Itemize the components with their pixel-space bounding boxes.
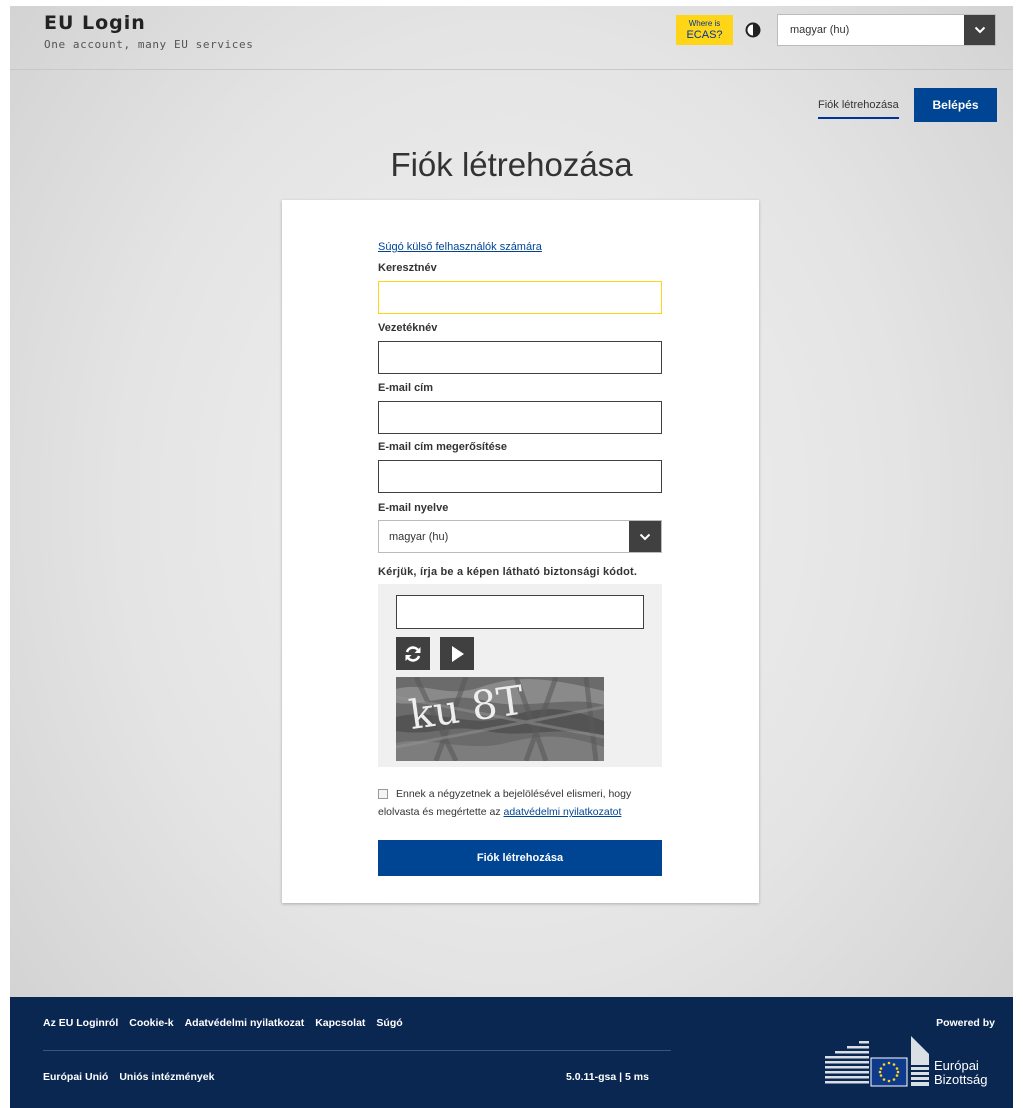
version-info: 5.0.11-gsa | 5 ms: [566, 1071, 649, 1083]
powered-by: Powered by: [936, 1017, 995, 1029]
footer-link-privacy[interactable]: Adatvédelmi nyilatkozat: [185, 1017, 305, 1029]
language-select[interactable]: magyar (hu): [777, 14, 996, 46]
play-audio-icon: [452, 645, 464, 662]
logo-line-2: Bizottság: [934, 1072, 988, 1087]
captcha-input[interactable]: [396, 595, 644, 629]
refresh-captcha-button[interactable]: [396, 637, 430, 670]
footer-link-institutions[interactable]: Uniós intézmények: [119, 1071, 214, 1083]
footer-divider: [43, 1050, 671, 1051]
brand-title[interactable]: EU Login: [44, 12, 146, 34]
european-commission-logo-text: Európai Bizottság: [934, 1059, 987, 1087]
page-frame: EU Login One account, many EU services W…: [10, 6, 1013, 1108]
language-select-value: magyar (hu): [790, 24, 850, 36]
chevron-down-icon[interactable]: [629, 521, 661, 552]
where-is-ecas-button[interactable]: Where is ECAS?: [676, 15, 733, 45]
brand-tagline: One account, many EU services: [44, 38, 254, 51]
last-name-input[interactable]: [378, 341, 662, 374]
footer-links-secondary: Európai Unió Uniós intézmények: [43, 1071, 214, 1083]
footer-link-about[interactable]: Az EU Loginról: [43, 1017, 118, 1029]
header: EU Login One account, many EU services W…: [10, 6, 1013, 70]
email-confirm-input[interactable]: [378, 460, 662, 493]
email-language-value: magyar (hu): [389, 531, 449, 543]
footer-link-help[interactable]: Súgó: [376, 1017, 402, 1029]
first-name-label: Keresztnév: [378, 262, 437, 274]
create-account-button[interactable]: Fiók létrehozása: [378, 840, 662, 876]
footer-link-eu[interactable]: Európai Unió: [43, 1071, 108, 1083]
first-name-input[interactable]: [378, 281, 662, 314]
footer-link-contact[interactable]: Kapcsolat: [315, 1017, 365, 1029]
footer-links-primary: Az EU Loginról Cookie-k Adatvédelmi nyil…: [43, 1017, 403, 1029]
email-confirm-label: E-mail cím megerősítése: [378, 441, 508, 453]
privacy-consent-checkbox[interactable]: [378, 789, 388, 800]
ecas-small-text: Where is: [688, 19, 721, 28]
audio-captcha-button[interactable]: [440, 637, 474, 670]
captcha-label: Kérjük, írja be a képen látható biztonsá…: [378, 566, 638, 578]
footer-link-cookies[interactable]: Cookie-k: [129, 1017, 173, 1029]
email-label: E-mail cím: [378, 382, 434, 394]
email-input[interactable]: [378, 401, 662, 434]
email-language-label: E-mail nyelve: [378, 502, 449, 514]
refresh-icon: [405, 645, 421, 662]
nav-create-account-link[interactable]: Fiók létrehozása: [818, 99, 899, 119]
ecas-big-text: ECAS?: [686, 29, 723, 41]
privacy-consent: Ennek a négyzetnek a bejelölésével elism…: [378, 785, 668, 821]
external-users-help-link[interactable]: Súgó külső felhasználók számára: [378, 241, 542, 253]
privacy-statement-link[interactable]: adatvédelmi nyilatkozatot: [504, 806, 622, 818]
chevron-down-icon[interactable]: [964, 15, 995, 45]
email-language-select[interactable]: magyar (hu): [378, 520, 662, 553]
footer: Az EU Loginról Cookie-k Adatvédelmi nyil…: [10, 997, 1013, 1108]
registration-form-card: Súgó külső felhasználók számára Keresztn…: [282, 200, 759, 903]
last-name-label: Vezetéknév: [378, 322, 438, 334]
nav-login-button[interactable]: Belépés: [914, 88, 997, 122]
captcha-box: ku 8T: [378, 584, 662, 767]
logo-line-1: Európai: [934, 1058, 979, 1073]
contrast-icon[interactable]: [745, 22, 761, 38]
page-title: Fiók létrehozása: [390, 146, 633, 183]
captcha-image: ku 8T: [396, 677, 604, 761]
